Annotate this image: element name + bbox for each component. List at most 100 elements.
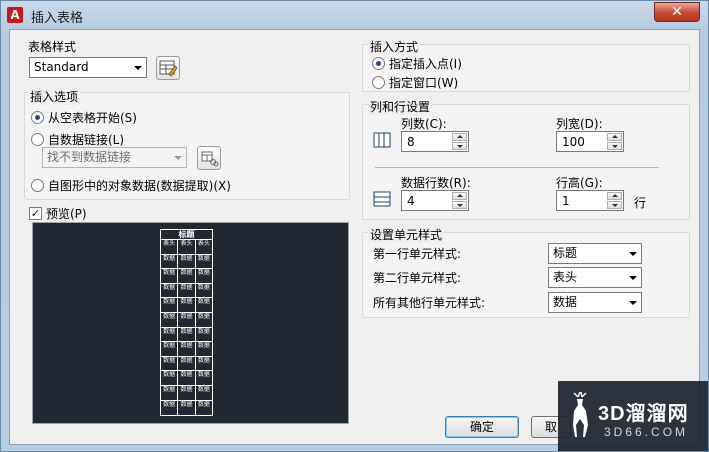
preview-checkbox[interactable]: ✓ 预览(P)	[29, 205, 87, 222]
spin-up-icon[interactable]	[452, 192, 467, 200]
preview-data-cell: 数据	[178, 298, 196, 312]
first-row-style-dropdown[interactable]: 标题	[548, 243, 642, 264]
table-style-value: Standard	[34, 60, 89, 74]
preview-data-cell: 数据	[161, 269, 179, 283]
preview-data-cell: 数据	[178, 385, 196, 400]
preview-table-title: 标题	[161, 230, 212, 240]
preview-data-cell: 数据	[197, 385, 210, 393]
spin-up-icon[interactable]	[607, 192, 622, 200]
preview-data-row: 数据 数据 数据	[161, 371, 212, 386]
table-preview-pane: 标题 表头 表头 表头 数据 数据 数据 数据 数据 数据 数据 数据 数据 数据 数据 数据 数据 数据 数据数…	[32, 222, 349, 424]
column-width-spinner[interactable]: 100	[556, 131, 624, 152]
radio-specify-point-label: 指定插入点(I)	[389, 57, 462, 71]
close-button[interactable]: ✕	[654, 2, 700, 22]
preview-data-cell: 数据	[197, 342, 210, 350]
data-link-manager-button[interactable]	[197, 146, 221, 170]
column-width-spin-buttons[interactable]	[607, 133, 622, 150]
table-style-label: 表格样式	[28, 40, 77, 54]
radio-from-data-link-label: 自数据链接(L)	[48, 133, 125, 147]
column-width-value: 100	[562, 135, 585, 149]
preview-data-cell: 数据	[197, 312, 210, 320]
radio-from-data-link[interactable]: 自数据链接(L)	[31, 131, 124, 148]
first-row-style-label: 第一行单元样式:	[373, 247, 462, 261]
table-style-dialog-icon	[159, 60, 178, 77]
row-height-unit: 行	[634, 196, 647, 210]
data-link-dropdown[interactable]: 找不到数据链接	[42, 147, 187, 168]
chevron-down-icon	[629, 276, 637, 280]
radio-unselected-icon	[372, 76, 385, 89]
second-row-style-value: 表头	[553, 270, 578, 284]
preview-data-cell: 数据	[197, 298, 210, 306]
preview-data-row: 数据 数据 数据	[161, 400, 212, 416]
columns-rows-label: 列和行设置	[368, 98, 433, 115]
other-rows-style-label: 所有其他行单元样式:	[373, 296, 486, 310]
columns-label: 列数(C):	[401, 117, 447, 131]
row-height-spinner[interactable]: 1	[556, 190, 624, 211]
preview-data-cell: 数据	[161, 400, 179, 416]
columns-value: 8	[407, 135, 415, 149]
cell-styles-label: 设置单元样式	[368, 226, 445, 243]
title-bar[interactable]: A 插入表格 ✕	[1, 1, 708, 29]
radio-specify-window[interactable]: 指定窗口(W)	[372, 74, 458, 91]
radio-specify-window-label: 指定窗口(W)	[389, 76, 459, 90]
preview-header-row: 表头 表头 表头	[161, 240, 212, 255]
table-style-dropdown[interactable]: Standard	[29, 57, 147, 78]
radio-specify-point[interactable]: 指定插入点(I)	[372, 55, 462, 72]
second-row-style-label: 第二行单元样式:	[373, 271, 462, 285]
spin-down-icon[interactable]	[607, 142, 622, 150]
preview-data-cell: 数据	[197, 371, 210, 379]
preview-header-cell: 表头	[197, 240, 210, 247]
chevron-down-icon	[629, 301, 637, 305]
spin-down-icon[interactable]	[452, 201, 467, 209]
insert-method-label: 插入方式	[368, 38, 421, 55]
data-link-value: 找不到数据链接	[47, 150, 132, 164]
second-row-style-dropdown[interactable]: 表头	[548, 267, 642, 288]
table-style-dialog-button[interactable]	[156, 56, 180, 80]
radio-from-empty[interactable]: 从空表格开始(S)	[31, 109, 137, 126]
preview-data-row: 数据 数据 数据	[161, 283, 212, 299]
columns-spinner[interactable]: 8	[401, 131, 469, 152]
preview-data-row: 数据 数据 数据	[161, 356, 212, 372]
preview-data-cell: 数据	[161, 356, 179, 371]
deer-logo-icon	[573, 391, 588, 437]
data-rows-spin-buttons[interactable]	[452, 192, 467, 209]
preview-data-cell: 数据	[178, 327, 196, 342]
preview-data-cell: 数据	[197, 283, 210, 291]
preview-data-cell: 数据	[161, 283, 179, 298]
radio-from-empty-label: 从空表格开始(S)	[48, 111, 137, 125]
dialog-title: 插入表格	[31, 11, 84, 26]
radio-from-object-data[interactable]: 自图形中的对象数据(数据提取)(X)	[31, 177, 231, 194]
spin-up-icon[interactable]	[607, 133, 622, 141]
preview-data-cell: 数据	[161, 385, 179, 400]
preview-data-cell: 数据	[161, 312, 179, 327]
rows-cols-divider	[375, 167, 659, 168]
spin-down-icon[interactable]	[607, 201, 622, 209]
column-width-label: 列宽(D):	[556, 117, 603, 131]
data-link-icon	[201, 151, 219, 167]
preview-data-cell: 数据	[178, 342, 196, 356]
spin-down-icon[interactable]	[452, 142, 467, 150]
other-rows-style-dropdown[interactable]: 数据	[548, 292, 642, 313]
preview-data-cell: 数据	[178, 269, 196, 283]
spin-up-icon[interactable]	[452, 133, 467, 141]
row-height-value: 1	[562, 194, 570, 208]
row-height-spin-buttons[interactable]	[607, 192, 622, 209]
radio-from-object-data-label: 自图形中的对象数据(数据提取)(X)	[48, 179, 231, 193]
watermark-main-text: 3D溜溜网	[598, 403, 689, 425]
preview-header-cell: 表头	[161, 240, 179, 254]
chevron-down-icon	[134, 66, 142, 70]
checkmark-icon: ✓	[29, 207, 42, 220]
columns-spin-buttons[interactable]	[452, 133, 467, 150]
data-rows-spinner[interactable]: 4	[401, 190, 469, 211]
insert-options-label: 插入选项	[28, 88, 81, 105]
ok-button[interactable]: 确定	[445, 416, 519, 438]
row-height-label: 行高(G):	[556, 176, 603, 190]
preview-table: 标题 表头 表头 表头 数据 数据 数据 数据 数据 数据 数据 数据 数据 数据 数据 数据 数据 数据 数据数…	[160, 229, 213, 417]
preview-data-cell: 数据	[178, 356, 196, 371]
chevron-down-icon	[629, 252, 637, 256]
preview-data-cell: 数据	[178, 283, 196, 298]
insert-table-dialog: A 插入表格 ✕ 表格样式 Standard 插入选项 从空表格开始(S) 自数…	[0, 0, 709, 452]
radio-selected-icon	[372, 57, 385, 70]
preview-data-cell: 数据	[178, 371, 196, 385]
preview-data-cell: 数据	[197, 254, 210, 262]
